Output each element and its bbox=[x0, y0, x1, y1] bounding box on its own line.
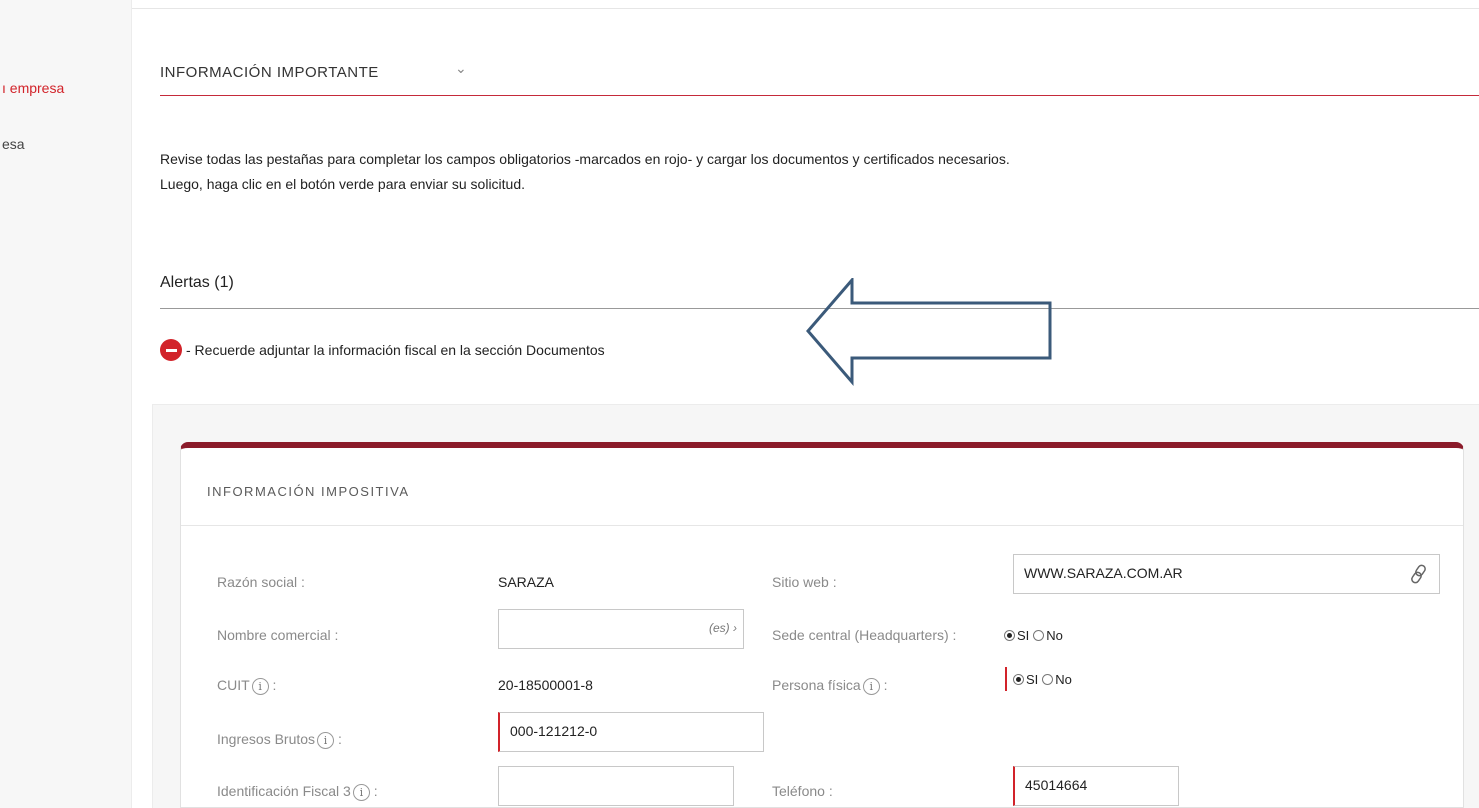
cuit-value: 20-18500001-8 bbox=[498, 677, 593, 693]
nombre-comercial-input[interactable]: (es) › bbox=[498, 609, 744, 649]
link-icon[interactable] bbox=[1409, 563, 1429, 585]
sitio-web-label: Sitio web : bbox=[772, 574, 837, 590]
important-info-header[interactable]: INFORMACIÓN IMPORTANTE ⌄ bbox=[160, 58, 1479, 96]
tax-info-card: INFORMACIÓN IMPOSITIVA Razón social : SA… bbox=[180, 442, 1464, 808]
persona-fisica-label: Persona física i : bbox=[772, 677, 888, 695]
cuit-label: CUIT i : bbox=[217, 677, 277, 695]
ingresos-brutos-input[interactable]: 000-121212-0 bbox=[498, 712, 764, 752]
razon-social-value: SARAZA bbox=[498, 574, 555, 590]
persona-fisica-radio-group: SI No bbox=[1005, 667, 1076, 691]
telefono-input[interactable]: 45014664 bbox=[1013, 766, 1179, 806]
sede-central-si-radio[interactable] bbox=[1004, 630, 1015, 641]
sede-central-label: Sede central (Headquarters) : bbox=[772, 627, 957, 643]
sidebar: ı empresa esa bbox=[0, 0, 132, 808]
razon-social-label: Razón social : bbox=[217, 574, 305, 590]
ingresos-brutos-label: Ingresos Brutos i : bbox=[217, 731, 342, 749]
info-icon[interactable]: i bbox=[317, 731, 335, 749]
minus-circle-icon bbox=[160, 339, 182, 361]
info-icon[interactable]: i bbox=[251, 677, 269, 695]
sede-central-radio-group: SI No bbox=[1004, 628, 1067, 643]
telefono-label: Teléfono : bbox=[772, 783, 833, 799]
required-marker bbox=[1005, 667, 1007, 691]
sidebar-item-empresa[interactable]: esa bbox=[2, 136, 25, 152]
info-icon[interactable]: i bbox=[862, 677, 880, 695]
sidebar-item-empresa-active[interactable]: ı empresa bbox=[2, 80, 64, 96]
left-arrow-annotation bbox=[806, 278, 1052, 387]
sede-central-no-radio[interactable] bbox=[1033, 630, 1045, 641]
top-divider bbox=[0, 8, 1479, 9]
nombre-comercial-label: Nombre comercial : bbox=[217, 627, 339, 643]
info-icon[interactable]: i bbox=[352, 783, 370, 801]
persona-fisica-si-radio[interactable] bbox=[1013, 673, 1024, 685]
section-title: INFORMACIÓN IMPORTANTE bbox=[160, 64, 379, 81]
alert-text: - Recuerde adjuntar la información fisca… bbox=[186, 342, 605, 358]
id-fiscal-3-label: Identificación Fiscal 3i : bbox=[217, 783, 378, 801]
alert-item: - Recuerde adjuntar la información fisca… bbox=[160, 337, 605, 363]
instructions-line-2: Luego, haga clic en el botón verde para … bbox=[160, 176, 526, 192]
alerts-title: Alertas (1) bbox=[160, 274, 234, 291]
card-divider bbox=[181, 525, 1463, 526]
sitio-web-input[interactable]: WWW.SARAZA.COM.AR bbox=[1013, 554, 1440, 594]
language-selector[interactable]: (es) › bbox=[709, 621, 737, 635]
id-fiscal-3-input[interactable] bbox=[498, 766, 734, 806]
card-title: INFORMACIÓN IMPOSITIVA bbox=[207, 484, 410, 499]
chevron-down-icon[interactable]: ⌄ bbox=[455, 60, 467, 77]
instructions-line-1: Revise todas las pestañas para completar… bbox=[160, 151, 1010, 167]
instructions-text: Revise todas las pestañas para completar… bbox=[160, 147, 1010, 197]
sitio-web-value: WWW.SARAZA.COM.AR bbox=[1024, 565, 1183, 581]
persona-fisica-no-radio[interactable] bbox=[1042, 673, 1054, 685]
